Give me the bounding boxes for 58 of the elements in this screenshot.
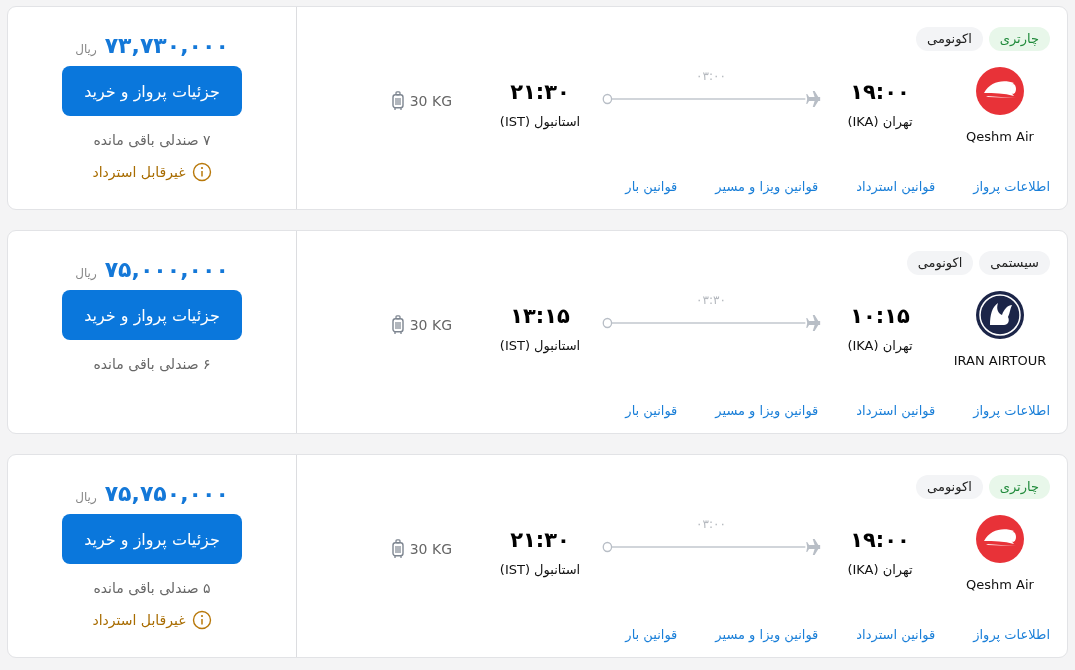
rules-link[interactable]: قوانین استرداد bbox=[856, 179, 936, 194]
seats-remaining: ۵ صندلی باقی مانده bbox=[93, 580, 211, 596]
suitcase-icon bbox=[391, 91, 404, 111]
arrival-city: استانبول (IST) bbox=[499, 338, 581, 353]
price-amount: ۷۵,۰۰۰,۰۰۰ bbox=[104, 257, 229, 282]
suitcase-icon bbox=[391, 315, 404, 335]
rules-link[interactable]: اطلاعات پرواز bbox=[973, 627, 1050, 642]
arrival-city: استانبول (IST) bbox=[499, 114, 581, 129]
arrival-time: ۲۱:۳۰ bbox=[510, 528, 570, 552]
fare-tag: اکونومی bbox=[916, 27, 983, 51]
departure-city: تهران (IKA) bbox=[847, 114, 913, 129]
fare-tag: اکونومی bbox=[906, 251, 974, 275]
currency-label: ریال bbox=[75, 490, 97, 504]
airline-name: IRAN AIRTOUR bbox=[953, 353, 1047, 368]
seats-remaining: ۶ صندلی باقی مانده bbox=[93, 356, 211, 372]
rules-link[interactable]: قوانین استرداد bbox=[856, 403, 936, 418]
info-icon bbox=[191, 162, 212, 182]
departure-city: تهران (IKA) bbox=[847, 562, 913, 577]
suitcase-icon bbox=[391, 539, 404, 559]
rules-link[interactable]: قوانین بار bbox=[625, 403, 678, 418]
rules-link[interactable]: اطلاعات پرواز bbox=[973, 403, 1050, 418]
departure-time: ۱۹:۰۰ bbox=[850, 80, 910, 104]
arrival-city: استانبول (IST) bbox=[499, 562, 581, 577]
flight-duration: ۰۳:۳۰ bbox=[695, 293, 727, 307]
rules-link[interactable]: اطلاعات پرواز bbox=[973, 179, 1050, 194]
rules-link[interactable]: قوانین ویزا و مسیر bbox=[715, 403, 819, 418]
fare-tag: چارتری bbox=[988, 475, 1050, 499]
price-amount: ۷۳,۷۳۰,۰۰۰ bbox=[104, 33, 229, 58]
details-and-buy-button[interactable]: جزئیات پرواز و خرید bbox=[62, 290, 242, 340]
details-and-buy-button[interactable]: جزئیات پرواز و خرید bbox=[62, 514, 242, 564]
rules-link[interactable]: قوانین استرداد bbox=[856, 627, 936, 642]
arrival-time: ۲۱:۳۰ bbox=[510, 80, 570, 104]
currency-label: ریال bbox=[75, 266, 97, 280]
flight-duration: ۰۳:۰۰ bbox=[695, 517, 727, 531]
seats-remaining: ۷ صندلی باقی مانده bbox=[93, 132, 211, 148]
fare-tag: سیستمی bbox=[979, 251, 1050, 275]
departure-time: ۱۰:۱۵ bbox=[850, 304, 910, 328]
baggage-allowance: 30 KG bbox=[409, 317, 452, 333]
arrival-time: ۱۳:۱۵ bbox=[510, 304, 570, 328]
details-and-buy-button[interactable]: جزئیات پرواز و خرید bbox=[62, 66, 242, 116]
departure-time: ۱۹:۰۰ bbox=[850, 528, 910, 552]
rules-link[interactable]: قوانین بار bbox=[625, 627, 678, 642]
fare-tag: اکونومی bbox=[916, 475, 983, 499]
rules-link[interactable]: قوانین ویزا و مسیر bbox=[715, 179, 819, 194]
price-amount: ۷۵,۷۵۰,۰۰۰ bbox=[104, 481, 229, 506]
non-refundable-note: غیرقابل استرداد bbox=[92, 612, 186, 628]
non-refundable-note: غیرقابل استرداد bbox=[92, 164, 186, 180]
baggage-allowance: 30 KG bbox=[409, 93, 452, 109]
rules-link[interactable]: قوانین بار bbox=[625, 179, 678, 194]
airline-name: Qeshm Air bbox=[966, 129, 1034, 144]
info-icon bbox=[191, 610, 212, 630]
fare-tag: چارتری bbox=[988, 27, 1050, 51]
baggage-allowance: 30 KG bbox=[409, 541, 452, 557]
rules-link[interactable]: قوانین ویزا و مسیر bbox=[715, 627, 819, 642]
currency-label: ریال bbox=[75, 42, 97, 56]
departure-city: تهران (IKA) bbox=[847, 338, 913, 353]
flight-duration: ۰۳:۰۰ bbox=[695, 69, 727, 83]
airline-name: Qeshm Air bbox=[966, 577, 1034, 592]
